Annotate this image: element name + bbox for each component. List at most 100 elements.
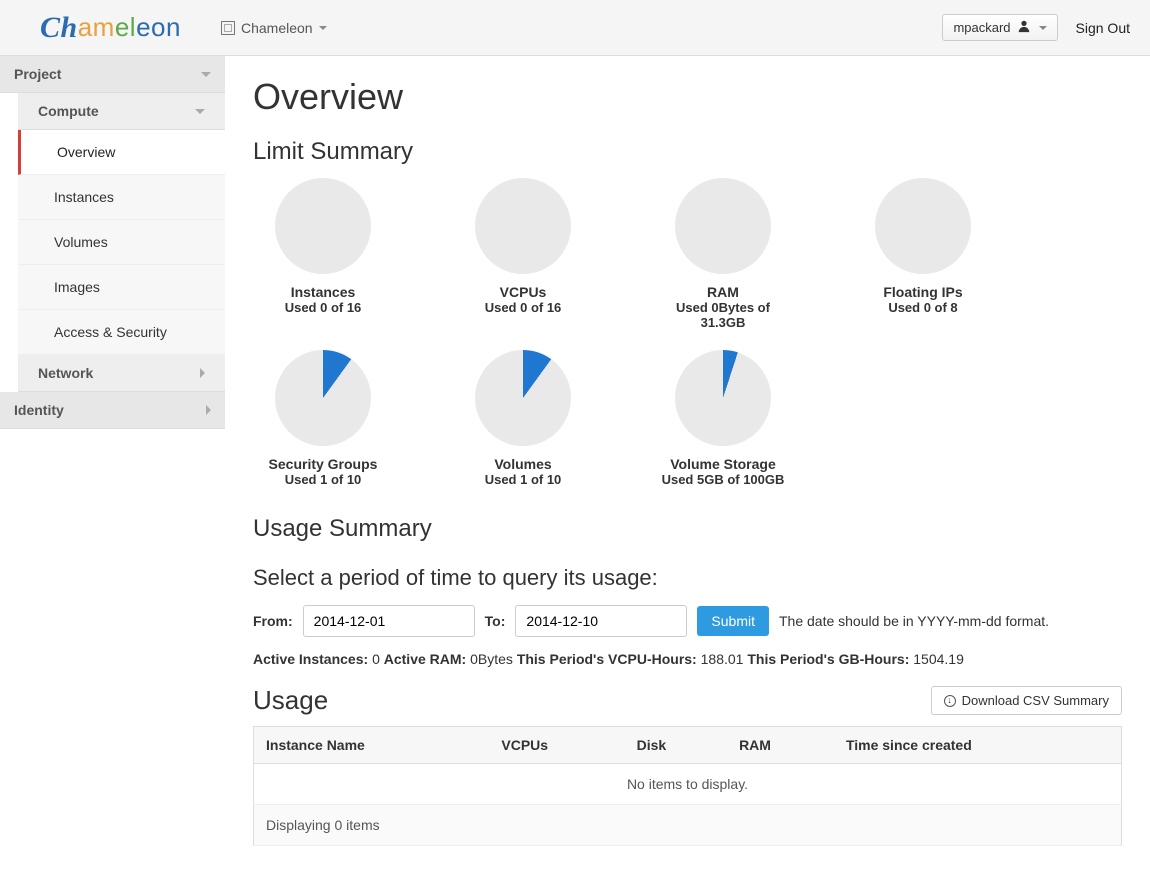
pie-chart [475, 178, 571, 274]
to-date-input[interactable] [515, 605, 687, 637]
stat-label: Active Instances: [253, 651, 368, 667]
sidebar-group-network[interactable]: Network [18, 355, 225, 392]
footer-message: Displaying 0 items [254, 805, 1122, 846]
sidebar-group-identity[interactable]: Identity [0, 392, 225, 429]
table-column-header[interactable]: VCPUs [489, 727, 624, 764]
pie-chart [675, 178, 771, 274]
to-label: To: [485, 613, 506, 629]
brand-part: Ch [40, 11, 78, 45]
sidebar-item-label: Volumes [54, 234, 108, 250]
pie-chart [475, 350, 571, 446]
chevron-down-icon [319, 26, 327, 30]
sidebar-group-label: Project [14, 66, 61, 82]
limit-label: Volume Storage [670, 456, 776, 472]
stat-label: This Period's GB-Hours: [747, 651, 909, 667]
project-name: Chameleon [241, 20, 313, 36]
limit-label: Instances [291, 284, 356, 300]
download-icon: ↓ [944, 695, 956, 707]
limit-used-text: Used 5GB of 100GB [662, 472, 785, 487]
from-date-input[interactable] [303, 605, 475, 637]
limit-used-text: Used 0 of 16 [485, 300, 562, 315]
pie-chart [675, 350, 771, 446]
empty-message: No items to display. [254, 764, 1122, 805]
download-csv-button[interactable]: ↓ Download CSV Summary [931, 686, 1122, 715]
table-header-row: Instance NameVCPUsDiskRAMTime since crea… [254, 727, 1122, 764]
limit-used-text: Used 1 of 10 [285, 472, 362, 487]
limit-label: VCPUs [500, 284, 547, 300]
table-column-header[interactable]: Time since created [834, 727, 1122, 764]
project-icon [221, 21, 235, 35]
limit-card: RAMUsed 0Bytes of 31.3GB [653, 178, 793, 330]
page-title: Overview [253, 76, 1122, 118]
table-column-header[interactable]: Disk [625, 727, 727, 764]
username: mpackard [953, 20, 1010, 35]
period-heading: Select a period of time to query its usa… [253, 565, 1122, 591]
sidebar-item-instances[interactable]: Instances [18, 175, 225, 220]
sidebar: Project Compute Overview Instances Volum… [0, 56, 225, 886]
table-column-header[interactable]: RAM [727, 727, 834, 764]
limit-card: Floating IPsUsed 0 of 8 [853, 178, 993, 330]
limit-card: Volume StorageUsed 5GB of 100GB [653, 350, 793, 487]
sidebar-group-label: Identity [14, 402, 64, 418]
usage-summary-heading: Usage Summary [253, 515, 1122, 543]
limit-used-text: Used 0 of 8 [888, 300, 957, 315]
limit-label: RAM [707, 284, 739, 300]
limit-card: VolumesUsed 1 of 10 [453, 350, 593, 487]
sidebar-group-label: Network [38, 365, 93, 381]
table-empty-row: No items to display. [254, 764, 1122, 805]
user-icon [1017, 19, 1031, 36]
limit-card: Security GroupsUsed 1 of 10 [253, 350, 393, 487]
sidebar-item-images[interactable]: Images [18, 265, 225, 310]
stats-row: Active Instances: 0 Active RAM: 0Bytes T… [253, 651, 1122, 667]
stat-value: 1504.19 [913, 651, 964, 667]
sidebar-group-label: Compute [38, 103, 99, 119]
sidebar-item-access-security[interactable]: Access & Security [18, 310, 225, 355]
limit-label: Volumes [494, 456, 551, 472]
main-content: Overview Limit Summary InstancesUsed 0 o… [225, 56, 1150, 886]
stat-value: 0Bytes [470, 651, 513, 667]
stat-label: Active RAM: [384, 651, 466, 667]
from-label: From: [253, 613, 293, 629]
sidebar-item-overview[interactable]: Overview [18, 130, 225, 175]
usage-table: Instance NameVCPUsDiskRAMTime since crea… [253, 726, 1122, 846]
pie-chart [275, 178, 371, 274]
limit-card: VCPUsUsed 0 of 16 [453, 178, 593, 330]
chevron-down-icon [195, 109, 205, 114]
project-dropdown[interactable]: Chameleon [221, 20, 327, 36]
brand-part: el [115, 12, 136, 43]
chevron-down-icon [201, 72, 211, 77]
usage-header: Usage ↓ Download CSV Summary [253, 685, 1122, 716]
sidebar-item-label: Access & Security [54, 324, 167, 340]
limit-used-text: Used 0 of 16 [285, 300, 362, 315]
sidebar-item-label: Overview [57, 144, 115, 160]
limit-card: InstancesUsed 0 of 16 [253, 178, 393, 330]
limit-label: Floating IPs [883, 284, 962, 300]
chevron-down-icon [1039, 26, 1047, 30]
stat-value: 188.01 [701, 651, 744, 667]
chevron-right-icon [206, 405, 211, 415]
stat-label: This Period's VCPU-Hours: [517, 651, 697, 667]
topbar: Chameleon Chameleon mpackard Sign Out [0, 0, 1150, 56]
chevron-right-icon [200, 368, 205, 378]
limit-used-text: Used 0Bytes of 31.3GB [653, 300, 793, 330]
date-range-row: From: To: Submit The date should be in Y… [253, 605, 1122, 637]
signout-link[interactable]: Sign Out [1076, 20, 1130, 36]
table-column-header[interactable]: Instance Name [254, 727, 490, 764]
usage-title: Usage [253, 685, 328, 716]
submit-button[interactable]: Submit [697, 606, 769, 636]
table-footer-row: Displaying 0 items [254, 805, 1122, 846]
limit-label: Security Groups [269, 456, 378, 472]
sidebar-item-label: Instances [54, 189, 114, 205]
brand-logo[interactable]: Chameleon [40, 11, 181, 45]
limit-summary-heading: Limit Summary [253, 138, 1122, 166]
sidebar-item-label: Images [54, 279, 100, 295]
stat-value: 0 [372, 651, 380, 667]
brand-part: eon [136, 12, 181, 43]
date-hint: The date should be in YYYY-mm-dd format. [779, 613, 1049, 629]
sidebar-group-compute[interactable]: Compute [18, 93, 225, 130]
sidebar-group-project[interactable]: Project [0, 56, 225, 93]
sidebar-item-volumes[interactable]: Volumes [18, 220, 225, 265]
limit-grid: InstancesUsed 0 of 16VCPUsUsed 0 of 16RA… [253, 178, 1122, 507]
user-menu-button[interactable]: mpackard [942, 14, 1057, 41]
download-label: Download CSV Summary [962, 693, 1109, 708]
